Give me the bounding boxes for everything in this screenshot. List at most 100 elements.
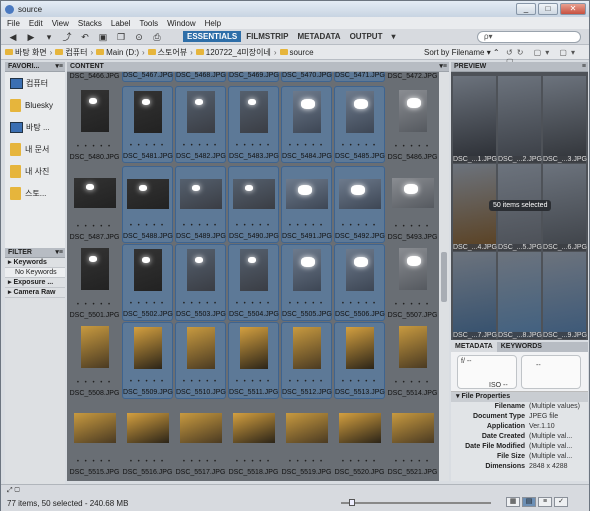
menu-item-tools[interactable]: Tools xyxy=(139,19,158,28)
thumbnail-cell[interactable]: • • • • • DSC_5505.JPG xyxy=(281,244,332,321)
favorite-item[interactable]: 바탕 ... xyxy=(5,116,65,138)
rating-dots[interactable]: • • • • • xyxy=(334,459,385,465)
preview-thumbnail[interactable]: DSC_...1.JPG xyxy=(453,76,497,163)
rating-dots[interactable]: • • • • • xyxy=(387,224,437,230)
photo-thumbnail[interactable] xyxy=(133,327,162,369)
thumbnail-cell[interactable]: DSC_5466.JPG xyxy=(69,72,120,82)
filter-item[interactable]: ▸ Camera Raw xyxy=(5,288,65,298)
photo-thumbnail[interactable] xyxy=(232,413,275,443)
preview-thumbnail[interactable]: DSC_...9.JPG xyxy=(543,252,587,339)
thumbnail-cell[interactable]: • • • • • DSC_5481.JPG xyxy=(122,86,173,163)
rating-dots[interactable]: • • • • • xyxy=(69,380,120,386)
thumbnail-cell[interactable]: • • • • • DSC_5512.JPG xyxy=(281,322,332,399)
rating-dots[interactable]: • • • • • xyxy=(387,144,437,150)
photo-thumbnail[interactable] xyxy=(338,413,381,443)
breadcrumb-item[interactable]: 컴퓨터 › xyxy=(55,47,93,58)
photo-thumbnail[interactable] xyxy=(80,248,109,290)
rating-dots[interactable]: • • • • • xyxy=(176,223,225,229)
thumbnail-cell[interactable]: • • • • • DSC_5519.JPG xyxy=(281,401,332,478)
workspace-tab-essentials[interactable]: ESSENTIALS xyxy=(183,31,242,42)
list-view-icon[interactable]: ≡ xyxy=(538,497,552,507)
rating-dots[interactable]: • • • • • xyxy=(282,301,331,307)
menu-item-help[interactable]: Help xyxy=(205,19,221,28)
photo-thumbnail[interactable] xyxy=(338,179,381,209)
photo-thumbnail[interactable] xyxy=(186,327,215,369)
photo-thumbnail[interactable] xyxy=(73,413,116,443)
file-properties-section[interactable]: ▾ File Properties xyxy=(451,392,588,402)
favorite-item[interactable]: 컴퓨터 xyxy=(5,72,65,94)
menu-item-stacks[interactable]: Stacks xyxy=(78,19,102,28)
thumbnail-cell[interactable]: DSC_5472.JPG xyxy=(387,72,437,82)
thumbnail-cell[interactable]: • • • • • DSC_5509.JPG xyxy=(122,322,173,399)
thumbnail-size-slider[interactable] xyxy=(341,499,491,506)
filter-item[interactable]: ▸ Keywords xyxy=(5,258,65,268)
photo-thumbnail[interactable] xyxy=(80,90,109,132)
menu-item-file[interactable]: File xyxy=(7,19,20,28)
thumbnail-cell[interactable]: • • • • • DSC_5491.JPG xyxy=(281,166,332,243)
rating-dots[interactable]: • • • • • xyxy=(335,301,384,307)
forward-icon[interactable]: ▶ xyxy=(25,32,37,42)
rating-dots[interactable]: • • • • • xyxy=(229,223,278,229)
thumbnail-cell[interactable]: • • • • • DSC_5516.JPG xyxy=(122,401,173,478)
filter-item[interactable]: No Keywords xyxy=(5,268,65,278)
thumbnail-cell[interactable]: • • • • • DSC_5484.JPG xyxy=(281,86,332,163)
panel-menu-icon[interactable]: ▾≡ xyxy=(55,248,63,258)
thumbnail-cell[interactable]: • • • • • DSC_5520.JPG xyxy=(334,401,385,478)
thumbnail-cell[interactable]: • • • • • DSC_5514.JPG xyxy=(387,322,437,399)
thumbnail-cell[interactable]: • • • • • DSC_5502.JPG xyxy=(122,244,173,321)
thumbnail-cell[interactable]: • • • • • DSC_5486.JPG xyxy=(387,86,437,163)
rating-dots[interactable]: • • • • • xyxy=(69,459,120,465)
rating-dots[interactable]: • • • • • xyxy=(69,302,120,308)
close-button[interactable]: ✕ xyxy=(560,3,586,15)
filter-item[interactable]: ▸ Exposure ... xyxy=(5,278,65,288)
thumbnail-cell[interactable]: DSC_5470.JPG xyxy=(281,72,332,82)
grid-view-icon[interactable]: ▦ xyxy=(506,497,520,507)
breadcrumb-item[interactable]: Main (D:) › xyxy=(96,48,145,57)
menu-item-view[interactable]: View xyxy=(52,19,69,28)
rating-dots[interactable]: • • • • • xyxy=(282,379,331,385)
thumbnail-cell[interactable]: • • • • • DSC_5521.JPG xyxy=(387,401,437,478)
photo-thumbnail[interactable] xyxy=(126,413,169,443)
workspace-tab-filmstrip[interactable]: FILMSTRIP xyxy=(242,31,292,42)
rating-dots[interactable]: • • • • • xyxy=(176,143,225,149)
photo-thumbnail[interactable] xyxy=(292,327,321,369)
thumbnail-cell[interactable]: • • • • • DSC_5506.JPG xyxy=(334,244,385,321)
rating-dots[interactable]: • • • • • xyxy=(282,143,331,149)
breadcrumb-item[interactable]: source xyxy=(279,48,314,57)
rating-dots[interactable]: • • • • • xyxy=(123,301,172,307)
photo-thumbnail[interactable] xyxy=(179,413,222,443)
thumbnail-cell[interactable]: • • • • • DSC_5503.JPG xyxy=(175,244,226,321)
scrollbar-thumb[interactable] xyxy=(441,252,447,302)
photo-thumbnail[interactable] xyxy=(239,91,268,133)
preview-panel-header[interactable]: PREVIEW ≡ xyxy=(451,62,588,72)
thumbnail-cell[interactable]: • • • • • DSC_5490.JPG xyxy=(228,166,279,243)
thumbnail-cell[interactable]: • • • • • DSC_5510.JPG xyxy=(175,322,226,399)
photo-thumbnail[interactable] xyxy=(179,179,222,209)
thumbnail-cell[interactable]: • • • • • DSC_5482.JPG xyxy=(175,86,226,163)
boomerang-icon[interactable]: ↶ xyxy=(79,32,91,42)
open-in-raw-icon[interactable]: ⊙ xyxy=(133,32,145,42)
output-icon[interactable]: ⎙ xyxy=(151,32,163,42)
refine-icon[interactable]: ❐ xyxy=(115,32,127,42)
photo-thumbnail[interactable] xyxy=(133,249,162,291)
content-panel-header[interactable]: CONTENT ▾≡ xyxy=(67,62,449,72)
thumbnail-cell[interactable]: DSC_5471.JPG xyxy=(334,72,385,82)
photo-thumbnail[interactable] xyxy=(345,327,374,369)
photo-thumbnail[interactable] xyxy=(391,413,434,443)
photo-thumbnail[interactable] xyxy=(398,326,427,368)
thumbnail-cell[interactable]: • • • • • DSC_5485.JPG xyxy=(334,86,385,163)
back-icon[interactable]: ◀ xyxy=(7,32,19,42)
rating-dots[interactable]: • • • • • xyxy=(176,301,225,307)
thumbnail-cell[interactable]: • • • • • DSC_5489.JPG xyxy=(175,166,226,243)
thumbnail-cell[interactable]: • • • • • DSC_5501.JPG xyxy=(69,244,120,321)
thumbnail-cell[interactable]: • • • • • DSC_5488.JPG xyxy=(122,166,173,243)
rating-dots[interactable]: • • • • • xyxy=(335,143,384,149)
photo-thumbnail[interactable] xyxy=(398,248,427,290)
rating-dots[interactable]: • • • • • xyxy=(387,459,437,465)
photo-thumbnail[interactable] xyxy=(292,249,321,291)
thumbnail-cell[interactable]: • • • • • DSC_5513.JPG xyxy=(334,322,385,399)
menu-item-edit[interactable]: Edit xyxy=(29,19,43,28)
filter-panel-header[interactable]: FILTER ▾≡ xyxy=(5,248,65,258)
workspace-tab-metadata[interactable]: METADATA xyxy=(293,31,344,42)
thumbnail-cell[interactable]: • • • • • DSC_5480.JPG xyxy=(69,86,120,163)
